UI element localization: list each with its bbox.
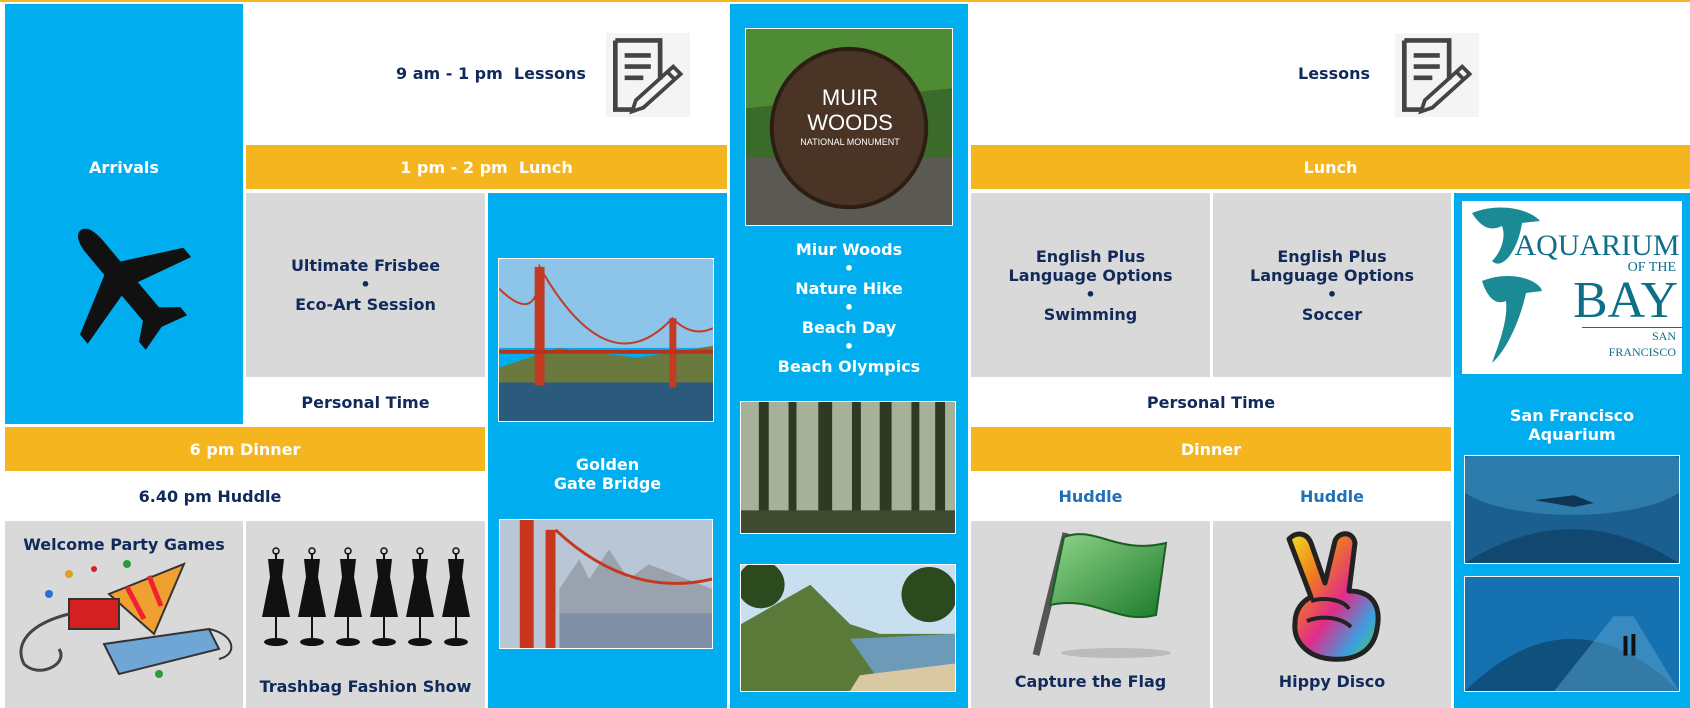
day3-huddle-1: Huddle <box>971 474 1210 518</box>
muir-woods-panel: MUIR WOODS NATIONAL MONUMENT Miur Woods … <box>730 4 968 708</box>
language-options-label: Language Options <box>1008 265 1173 285</box>
capture-flag-panel: Capture the Flag <box>971 521 1210 708</box>
activity-frisbee: Ultimate Frisbee <box>290 256 441 275</box>
day1-huddle: 6.40 pm Huddle <box>5 474 415 518</box>
bullet: • <box>843 337 855 356</box>
bullet: • <box>1326 284 1338 304</box>
beach-photo <box>740 564 956 692</box>
redwood-forest-photo <box>740 401 956 534</box>
day3-lessons-row: Lessons <box>971 4 1690 142</box>
airplane-icon <box>78 228 192 350</box>
day3-lessons-label: Lessons <box>1298 64 1370 83</box>
golden-gate-panel: Golden Gate Bridge <box>488 193 727 708</box>
sign-line1: MUIR <box>821 85 879 110</box>
hippy-disco-label: Hippy Disco <box>1278 672 1386 691</box>
aquarium-panel: AQUARIUM OF THE BAY SAN FRANCISCO San Fr… <box>1454 193 1690 708</box>
golden-gate-line2: Gate Bridge <box>553 474 662 493</box>
fashion-show-label: Trashbag Fashion Show <box>259 677 472 696</box>
notepad-pencil-icon <box>606 33 690 117</box>
welcome-party-panel: Welcome Party Games <box>5 521 243 708</box>
golden-gate-photo-1 <box>498 258 714 422</box>
aquarium-tunnel-photo-2 <box>1464 576 1680 692</box>
aquarium-logo-text: AQUARIUM OF THE BAY SAN FRANCISCO <box>1512 231 1682 360</box>
day1-lessons-row: 9 am - 1 pm Lessons <box>246 4 727 142</box>
logo-line4: SAN FRANCISCO <box>1582 327 1682 360</box>
day1-huddle-label: 6.40 pm Huddle <box>138 486 282 506</box>
activity-soccer: Soccer <box>1301 304 1363 324</box>
top-border <box>0 0 1690 2</box>
day1-lunch-label: 1 pm - 2 pm Lunch <box>400 157 573 177</box>
golden-gate-line1: Golden <box>575 455 640 474</box>
day3-lunch-bar: Lunch <box>971 145 1690 189</box>
peace-hand-icon <box>1286 531 1381 662</box>
hippy-disco-panel: Hippy Disco <box>1213 521 1451 708</box>
activity-eco-art: Eco-Art Session <box>295 295 436 314</box>
english-plus-label: English Plus <box>1035 246 1146 266</box>
personal-time-label: Personal Time <box>1146 392 1276 412</box>
notepad-pencil-icon <box>1395 33 1479 117</box>
arrivals-label: Arrivals <box>89 158 159 177</box>
sign-line2: WOODS <box>807 110 893 135</box>
day1-afternoon-activities: Ultimate Frisbee • Eco-Art Session <box>246 193 485 377</box>
aquarium-logo: AQUARIUM OF THE BAY SAN FRANCISCO <box>1462 201 1682 374</box>
day3-dinner-bar: Dinner <box>971 427 1451 471</box>
arrivals-panel: Arrivals <box>5 4 243 424</box>
golden-gate-title: Golden Gate Bridge <box>488 455 727 493</box>
activity-nature-hike: Nature Hike <box>795 279 903 298</box>
day1-dinner-bar: 6 pm Dinner <box>5 427 485 471</box>
aquarium-line2: Aquarium <box>1528 425 1616 444</box>
activity-beach-olympics: Beach Olympics <box>777 357 921 376</box>
green-flag-icon <box>1032 532 1171 658</box>
day1-personal-time: Personal Time <box>246 380 485 424</box>
capture-flag-label: Capture the Flag <box>1014 672 1167 691</box>
bullet: • <box>843 259 855 278</box>
day3-afternoon-col1: English Plus Language Options • Swimming <box>971 193 1210 377</box>
day2-activities: Miur Woods • Nature Hike • Beach Day • B… <box>730 240 968 376</box>
muir-woods-sign-photo: MUIR WOODS NATIONAL MONUMENT <box>745 28 953 226</box>
huddle-label: Huddle <box>1299 486 1365 506</box>
dress-mannequins-icon <box>262 547 471 647</box>
aquarium-title: San Francisco Aquarium <box>1454 406 1690 444</box>
bullet: • <box>843 298 855 317</box>
logo-line3: BAY <box>1572 272 1678 329</box>
sign-text: MUIR WOODS NATIONAL MONUMENT <box>746 85 952 149</box>
party-horn-icon <box>19 560 233 678</box>
bullet: • <box>1085 284 1096 304</box>
day1-dinner-label: 6 pm Dinner <box>189 439 301 459</box>
bullet: • <box>360 275 371 294</box>
activity-muir-woods: Miur Woods <box>795 240 903 259</box>
aquarium-line1: San Francisco <box>1509 406 1635 425</box>
logo-line1: AQUARIUM <box>1514 229 1680 262</box>
language-options-label: Language Options <box>1250 265 1414 285</box>
day1-lessons-label: 9 am - 1 pm Lessons <box>396 64 586 83</box>
day1-lunch-bar: 1 pm - 2 pm Lunch <box>246 145 727 189</box>
golden-gate-photo-2 <box>499 519 713 649</box>
english-plus-label: English Plus <box>1277 246 1387 266</box>
welcome-party-label: Welcome Party Games <box>23 535 225 554</box>
aquarium-tunnel-photo-1 <box>1464 455 1680 564</box>
activity-beach-day: Beach Day <box>801 318 897 337</box>
day3-afternoon-col2: English Plus Language Options • Soccer <box>1213 193 1451 377</box>
day3-huddle-2: Huddle <box>1213 474 1451 518</box>
day3-dinner-label: Dinner <box>1180 439 1242 459</box>
day3-personal-time: Personal Time <box>971 380 1451 424</box>
fashion-show-panel: Trashbag Fashion Show <box>246 521 485 708</box>
activity-swimming: Swimming <box>1043 304 1138 324</box>
personal-time-label: Personal Time <box>301 392 430 412</box>
day3-lunch-label: Lunch <box>1303 157 1358 177</box>
sign-line3: NATIONAL MONUMENT <box>800 137 900 147</box>
huddle-label: Huddle <box>1058 486 1123 506</box>
